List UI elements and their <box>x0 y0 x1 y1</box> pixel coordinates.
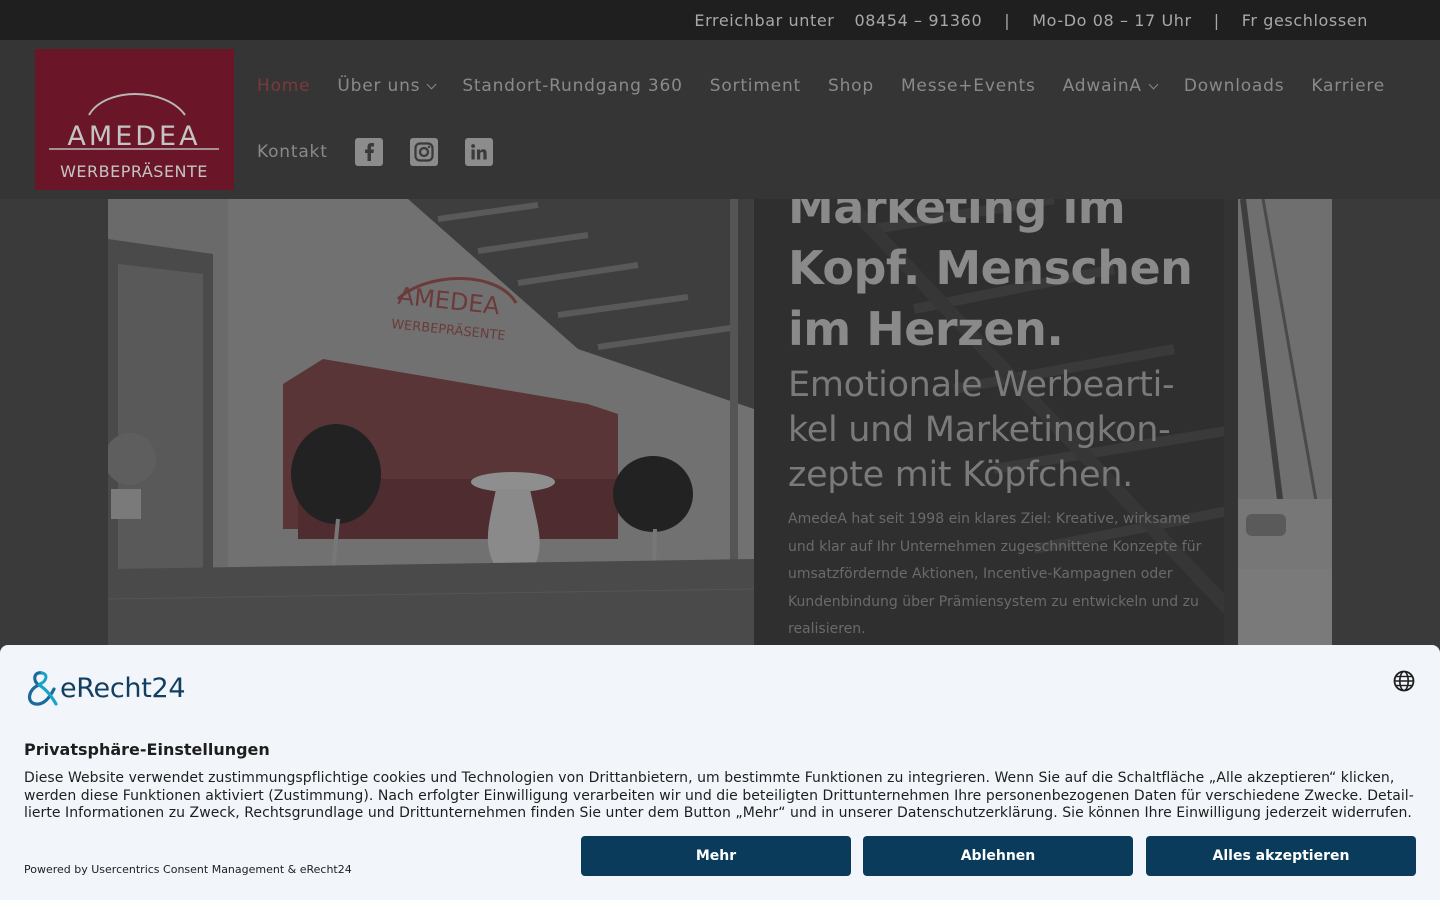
cookie-consent-banner: eRecht24 Privatsphäre-Einstellungen Dies… <box>0 645 1440 900</box>
nav-item-sortiment[interactable]: Sortiment <box>710 76 801 96</box>
nav-item-downloads[interactable]: Downloads <box>1184 76 1285 96</box>
separator: | <box>1213 10 1220 30</box>
logo-mark: AMEDEA WERBEPRÄSENTE <box>49 93 219 181</box>
nav-item-kontakt[interactable]: Kontakt <box>257 142 328 162</box>
opening-hours: Mo-Do 08 – 17 Uhr <box>1032 10 1192 30</box>
site-header: AMEDEA WERBEPRÄSENTE Home Über uns Stand… <box>0 40 1440 199</box>
reach-label: Erreichbar unter <box>694 10 835 30</box>
erecht24-symbol-icon <box>28 671 58 706</box>
hero-text-panel: Marketing im Kopf. Menschen im Herzen. E… <box>754 199 1238 645</box>
nav-item-ueber-uns[interactable]: Über uns <box>337 76 437 96</box>
linkedin-icon[interactable] <box>464 138 493 166</box>
hero-headline: Marketing im Kopf. Menschen im Herzen. <box>788 199 1193 356</box>
hero-section: AMEDEA WERBEPRÄSENTE Marketing im Kopf. … <box>0 199 1440 645</box>
powered-by-text: Powered by Usercentrics Consent Manageme… <box>24 863 352 876</box>
nav-item-karriere[interactable]: Karriere <box>1311 76 1385 96</box>
facebook-icon[interactable] <box>354 138 383 166</box>
accept-all-button[interactable]: Alles akzeptieren <box>1146 836 1416 876</box>
erecht24-logo: eRecht24 <box>24 669 186 707</box>
nav-item-home[interactable]: Home <box>257 76 310 96</box>
top-contact-bar: Erreichbar unter 08454 – 91360 | Mo-Do 0… <box>0 0 1440 40</box>
stairs-photo <box>1238 199 1332 645</box>
logo-line2: WERBEPRÄSENTE <box>60 162 208 181</box>
main-navigation: Home Über uns Standort-Rundgang 360 Sort… <box>257 66 1384 172</box>
separator: | <box>1004 10 1011 30</box>
chevron-down-icon <box>426 79 437 89</box>
erecht24-brand: eRecht24 <box>60 672 186 704</box>
nav-item-shop[interactable]: Shop <box>828 76 874 96</box>
amedea-logo[interactable]: AMEDEA WERBEPRÄSENTE <box>35 49 234 190</box>
more-button[interactable]: Mehr <box>581 836 851 876</box>
hero-subheadline: Emotionale Werbearti­kel und Marketingko… <box>788 365 1175 495</box>
decline-button[interactable]: Ablehnen <box>863 836 1133 876</box>
instagram-icon[interactable] <box>409 138 438 166</box>
friday-hours: Fr geschlossen <box>1241 10 1368 30</box>
showroom-photo: AMEDEA WERBEPRÄSENTE <box>108 199 754 645</box>
cookie-description: Diese Website verwendet zustimmungspflic… <box>24 770 1414 821</box>
cookie-title: Privatsphäre-Einstellungen <box>24 740 270 759</box>
nav-item-adwaina[interactable]: AdwainA <box>1063 76 1159 96</box>
logo-line1: AMEDEA <box>67 121 200 152</box>
hero-body-text: AmedeA hat seit 1998 ein klares Ziel: Kr… <box>788 511 1202 637</box>
chevron-down-icon <box>1148 79 1159 89</box>
nav-item-standort-rundgang[interactable]: Standort-Rundgang 360 <box>462 76 682 96</box>
phone-number[interactable]: 08454 – 91360 <box>854 11 982 30</box>
nav-item-messe-events[interactable]: Messe+Events <box>901 76 1036 96</box>
language-globe-icon[interactable] <box>1393 670 1415 692</box>
